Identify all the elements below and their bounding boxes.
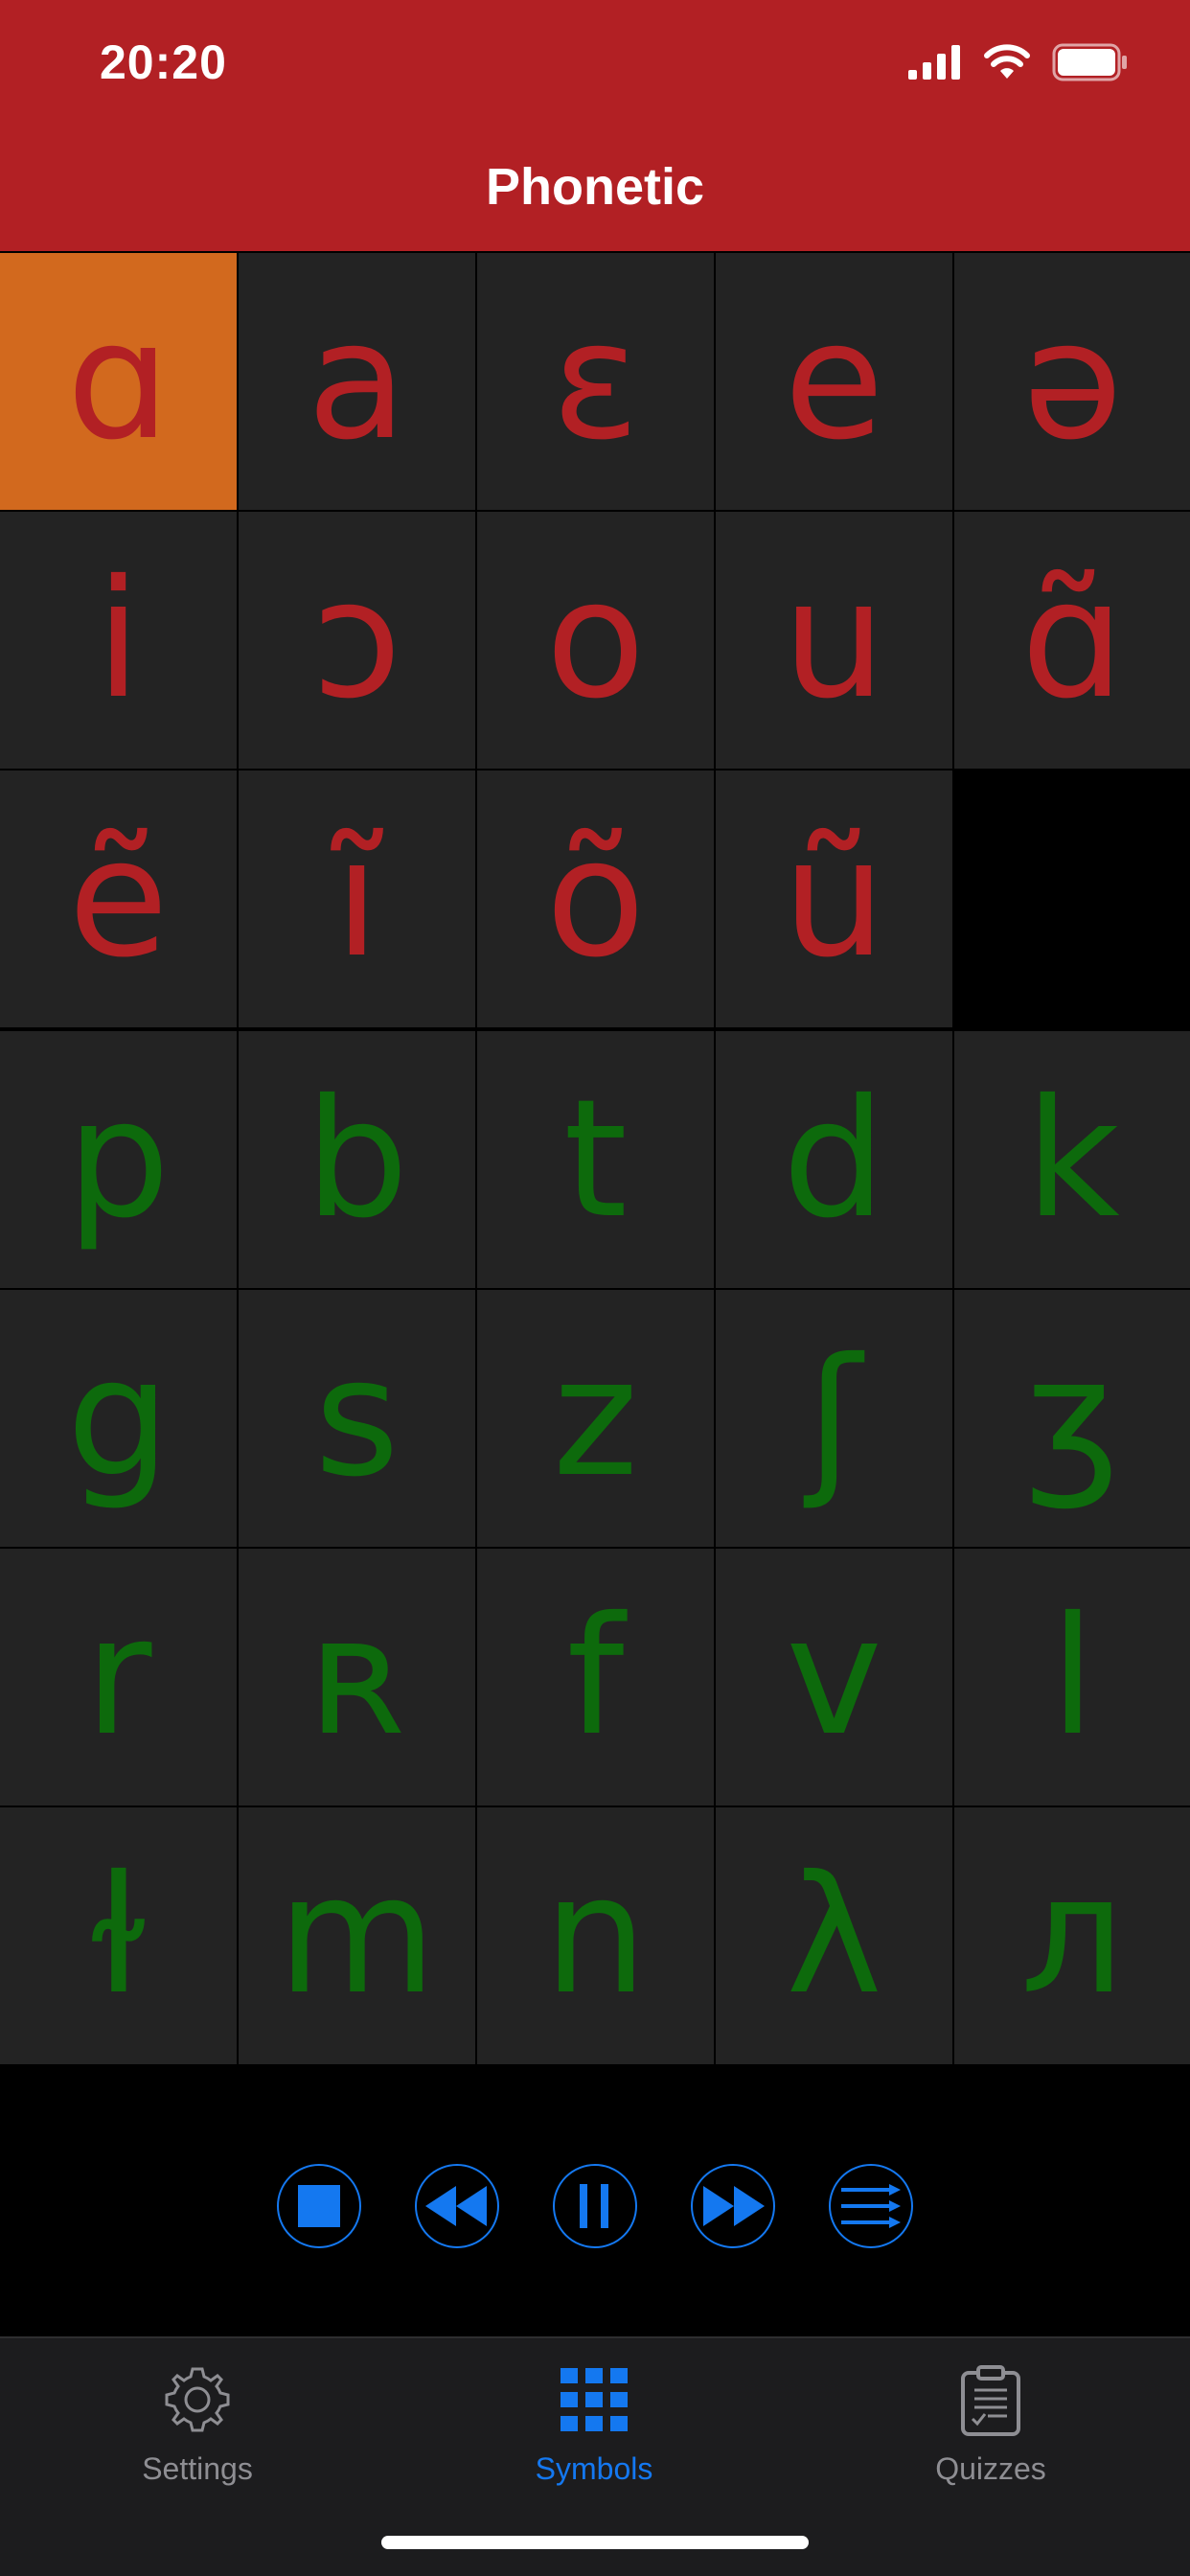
rewind-button[interactable] — [415, 2164, 499, 2248]
symbol-cell[interactable]: õ — [475, 769, 716, 1029]
symbol-cell[interactable]: r — [0, 1547, 239, 1807]
symbol-cell[interactable]: v — [714, 1547, 954, 1807]
symbol-cell[interactable]: ə — [952, 251, 1190, 512]
symbol-cell[interactable]: ɛ — [475, 251, 716, 512]
fast-forward-button[interactable] — [691, 2164, 775, 2248]
page-title: Phonetic — [485, 158, 705, 216]
tab-quizzes-label: Quizzes — [935, 2451, 1046, 2486]
header: 20:20 Phonetic — [0, 0, 1190, 253]
tab-settings[interactable]: Settings — [54, 2359, 341, 2487]
tab-symbols[interactable]: Symbols — [450, 2359, 738, 2487]
symbol-cell[interactable]: ʀ — [237, 1547, 477, 1807]
symbol-cell[interactable]: n — [475, 1806, 716, 2066]
symbol-cell[interactable]: a — [237, 251, 477, 512]
gear-icon — [157, 2359, 238, 2440]
symbol-cell[interactable]: ũ — [714, 769, 954, 1029]
consonant-section: pbtdk gszʃʒ rʀfvl ɫmnλл — [0, 1029, 1190, 2066]
battery-icon — [1052, 43, 1129, 86]
tab-symbols-label: Symbols — [535, 2451, 653, 2486]
symbol-cell[interactable]: ẽ — [0, 769, 239, 1029]
symbol-cell[interactable]: d — [714, 1029, 954, 1290]
symbol-cell[interactable]: л — [952, 1806, 1190, 2066]
symbol-cell[interactable]: f — [475, 1547, 716, 1807]
stop-button[interactable] — [277, 2164, 361, 2248]
app-root: 20:20 Phonetic ɑ a ɛ e ə i ɔ o u ɑ̃ ẽ ĩ … — [0, 0, 1190, 2576]
symbol-cell[interactable]: z — [475, 1288, 716, 1549]
status-time: 20:20 — [100, 35, 227, 89]
symbol-cell[interactable]: λ — [714, 1806, 954, 2066]
symbol-cell[interactable]: o — [475, 510, 716, 770]
rewind-icon — [425, 2186, 487, 2226]
home-indicator — [381, 2536, 809, 2549]
tab-quizzes[interactable]: Quizzes — [847, 2359, 1134, 2487]
cellular-signal-icon — [908, 44, 962, 84]
symbol-cell[interactable]: k — [952, 1029, 1190, 1290]
clipboard-icon — [950, 2359, 1031, 2440]
grid-icon — [554, 2359, 634, 2440]
symbol-cell[interactable]: ɔ — [237, 510, 477, 770]
empty-cell — [952, 769, 1190, 1029]
tab-settings-label: Settings — [142, 2451, 253, 2486]
status-icons — [908, 40, 1129, 88]
wifi-icon — [983, 43, 1031, 85]
playlist-button[interactable] — [829, 2164, 913, 2248]
symbol-cell[interactable]: m — [237, 1806, 477, 2066]
symbol-cell[interactable]: t — [475, 1029, 716, 1290]
symbol-cell[interactable]: s — [237, 1288, 477, 1549]
pause-button[interactable] — [553, 2164, 637, 2248]
stop-icon — [298, 2185, 340, 2227]
symbol-cell[interactable]: ɑ — [0, 251, 239, 512]
symbol-cell[interactable]: ʃ — [714, 1288, 954, 1549]
symbol-cell[interactable]: l — [952, 1547, 1190, 1807]
symbol-cell[interactable]: e — [714, 251, 954, 512]
pause-icon — [580, 2184, 608, 2228]
symbol-grid: ɑ a ɛ e ə i ɔ o u ɑ̃ ẽ ĩ õ ũ pbtdk gszʃʒ rʀfvl ɫmnλл — [0, 251, 1190, 2066]
symbol-cell[interactable]: i — [0, 510, 239, 770]
player-controls — [0, 2164, 1190, 2250]
symbol-cell[interactable]: ɫ — [0, 1806, 239, 2066]
playlist-icon — [841, 2184, 901, 2228]
symbol-cell[interactable]: u — [714, 510, 954, 770]
symbol-cell[interactable]: b — [237, 1029, 477, 1290]
symbol-cell[interactable]: p — [0, 1029, 239, 1290]
symbol-cell[interactable]: ɑ̃ — [952, 510, 1190, 770]
symbol-cell[interactable]: ʒ — [952, 1288, 1190, 1549]
vowel-section: ɑ a ɛ e ə i ɔ o u ɑ̃ ẽ ĩ õ ũ — [0, 251, 1190, 1029]
symbol-cell[interactable]: g — [0, 1288, 239, 1549]
fast-forward-icon — [703, 2186, 765, 2226]
symbol-cell[interactable]: ĩ — [237, 769, 477, 1029]
